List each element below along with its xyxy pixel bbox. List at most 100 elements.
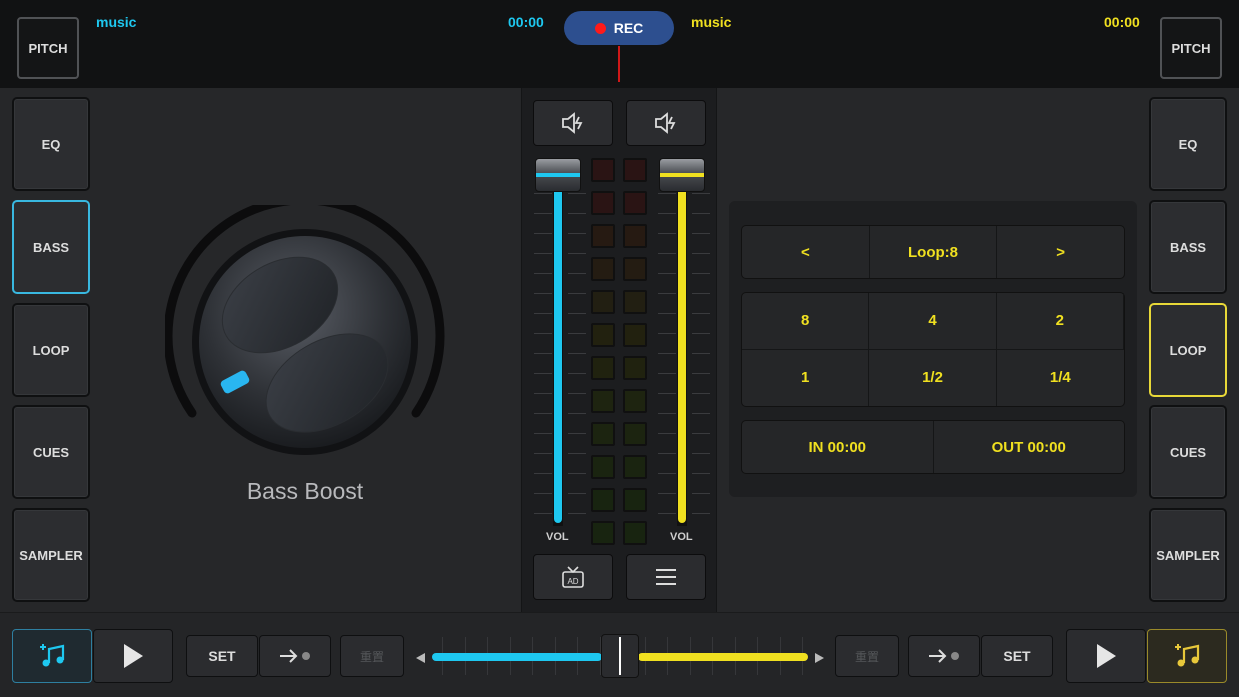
fader-tick — [658, 233, 676, 234]
fader-tick — [692, 473, 710, 474]
deck-b-time: 00:00 — [1104, 14, 1140, 30]
fader-tick — [568, 353, 586, 354]
meter-cell — [623, 488, 647, 512]
loop-size-8[interactable]: 8 — [742, 293, 870, 350]
loop-in-button[interactable]: IN 00:00 — [742, 421, 934, 473]
meter-cell — [591, 422, 615, 446]
meter-cell — [623, 158, 647, 182]
meter-cell — [591, 521, 615, 545]
record-button[interactable]: REC — [564, 11, 674, 45]
fader-tick — [692, 353, 710, 354]
loop-size-2[interactable]: 2 — [996, 293, 1124, 350]
fader-tick — [568, 453, 586, 454]
fader-tick — [534, 393, 552, 394]
cue-set-button-right[interactable]: SET — [981, 635, 1053, 677]
deck-a-track-name: music — [96, 14, 137, 30]
fader-tick — [568, 193, 586, 194]
meter-cell — [591, 224, 615, 248]
right-tab-eq[interactable]: EQ — [1149, 97, 1227, 191]
playhead-marker — [618, 46, 620, 82]
meter-cell — [591, 488, 615, 512]
left-tab-cues[interactable]: CUES — [12, 405, 90, 499]
loop-out-button[interactable]: OUT 00:00 — [934, 421, 1125, 473]
music-library-button-left[interactable] — [12, 629, 92, 683]
meter-cell — [591, 323, 615, 347]
right-tab-loop[interactable]: LOOP — [1149, 303, 1227, 397]
loop-panel: < Loop:8 > 8 4 2 1 1/2 1/4 IN 00:00 OUT … — [729, 201, 1137, 497]
fader-tick — [568, 513, 586, 514]
music-library-button-right[interactable] — [1147, 629, 1227, 683]
fader-tick — [692, 333, 710, 334]
left-tab-sampler[interactable]: SAMPLER — [12, 508, 90, 602]
cue-jump-button-right[interactable] — [908, 635, 980, 677]
ad-icon-text: AD — [567, 577, 578, 586]
fader-tick — [658, 193, 676, 194]
fader-tick — [658, 393, 676, 394]
left-tab-loop[interactable]: LOOP — [12, 303, 90, 397]
speaker-button-right[interactable] — [626, 100, 706, 146]
loop-size-quarter[interactable]: 1/4 — [997, 350, 1124, 407]
fader-tick — [534, 493, 552, 494]
speaker-icon — [562, 112, 583, 134]
speaker-button-left[interactable] — [533, 100, 613, 146]
fader-tick — [692, 493, 710, 494]
meter-cell — [591, 191, 615, 215]
fader-tick — [568, 213, 586, 214]
meter-cell — [591, 257, 615, 281]
play-button-left[interactable] — [93, 629, 173, 683]
menu-button[interactable] — [626, 554, 706, 600]
loop-inout-row: IN 00:00 OUT 00:00 — [741, 420, 1125, 474]
fader-tick — [534, 413, 552, 414]
music-add-icon — [40, 644, 65, 667]
loop-size-4[interactable]: 4 — [869, 293, 997, 350]
fader-tick — [658, 373, 676, 374]
loop-header-row: < Loop:8 > — [741, 225, 1125, 279]
deck-b-track-name: music — [691, 14, 732, 30]
right-tab-sampler[interactable]: SAMPLER — [1149, 508, 1227, 602]
meter-cell — [623, 455, 647, 479]
fader-tick — [658, 453, 676, 454]
crossfader-right-arrow-icon — [815, 653, 824, 663]
fader-tick — [568, 373, 586, 374]
cue-jump-button-left[interactable] — [259, 635, 331, 677]
right-tab-cues[interactable]: CUES — [1149, 405, 1227, 499]
fader-tick — [692, 413, 710, 414]
arrow-right-dot-icon — [929, 649, 959, 663]
left-tab-eq[interactable]: EQ — [12, 97, 90, 191]
left-tab-bass[interactable]: BASS — [12, 200, 90, 294]
vol-label-right: VOL — [670, 531, 693, 543]
meter-cell — [623, 521, 647, 545]
fader-tick — [568, 413, 586, 414]
volume-fader-left[interactable] — [535, 158, 581, 192]
meter-cell — [623, 191, 647, 215]
fader-tick — [534, 293, 552, 294]
loop-size-1[interactable]: 1 — [742, 349, 870, 406]
fader-tick — [568, 313, 586, 314]
cue-set-button-left[interactable]: SET — [186, 635, 258, 677]
loop-next-button[interactable]: > — [997, 226, 1124, 278]
fader-tick — [568, 333, 586, 334]
crossfader-handle[interactable] — [601, 634, 639, 678]
fader-tick — [534, 253, 552, 254]
crossfader-left-arrow-icon — [416, 653, 425, 663]
ad-button[interactable]: AD — [533, 554, 613, 600]
fader-tick — [692, 433, 710, 434]
volume-fill-right — [678, 188, 686, 523]
volume-fader-right[interactable] — [659, 158, 705, 192]
meter-cell — [623, 389, 647, 413]
right-tab-bass[interactable]: BASS — [1149, 200, 1227, 294]
loop-size-half[interactable]: 1/2 — [869, 349, 997, 406]
loop-prev-button[interactable]: < — [742, 226, 870, 278]
fader-tick — [534, 353, 552, 354]
reset-button-right[interactable]: 重置 — [835, 635, 899, 677]
pitch-button-right[interactable]: PITCH — [1160, 17, 1222, 79]
play-button-right[interactable] — [1066, 629, 1146, 683]
reset-button-left[interactable]: 重置 — [340, 635, 404, 677]
bass-boost-knob[interactable] — [163, 195, 445, 465]
pitch-button-left[interactable]: PITCH — [17, 17, 79, 79]
crossfader-fill-a — [432, 653, 602, 661]
fader-tick — [658, 253, 676, 254]
volume-fill-left — [554, 188, 562, 523]
fader-tick — [568, 393, 586, 394]
fader-tick — [658, 513, 676, 514]
